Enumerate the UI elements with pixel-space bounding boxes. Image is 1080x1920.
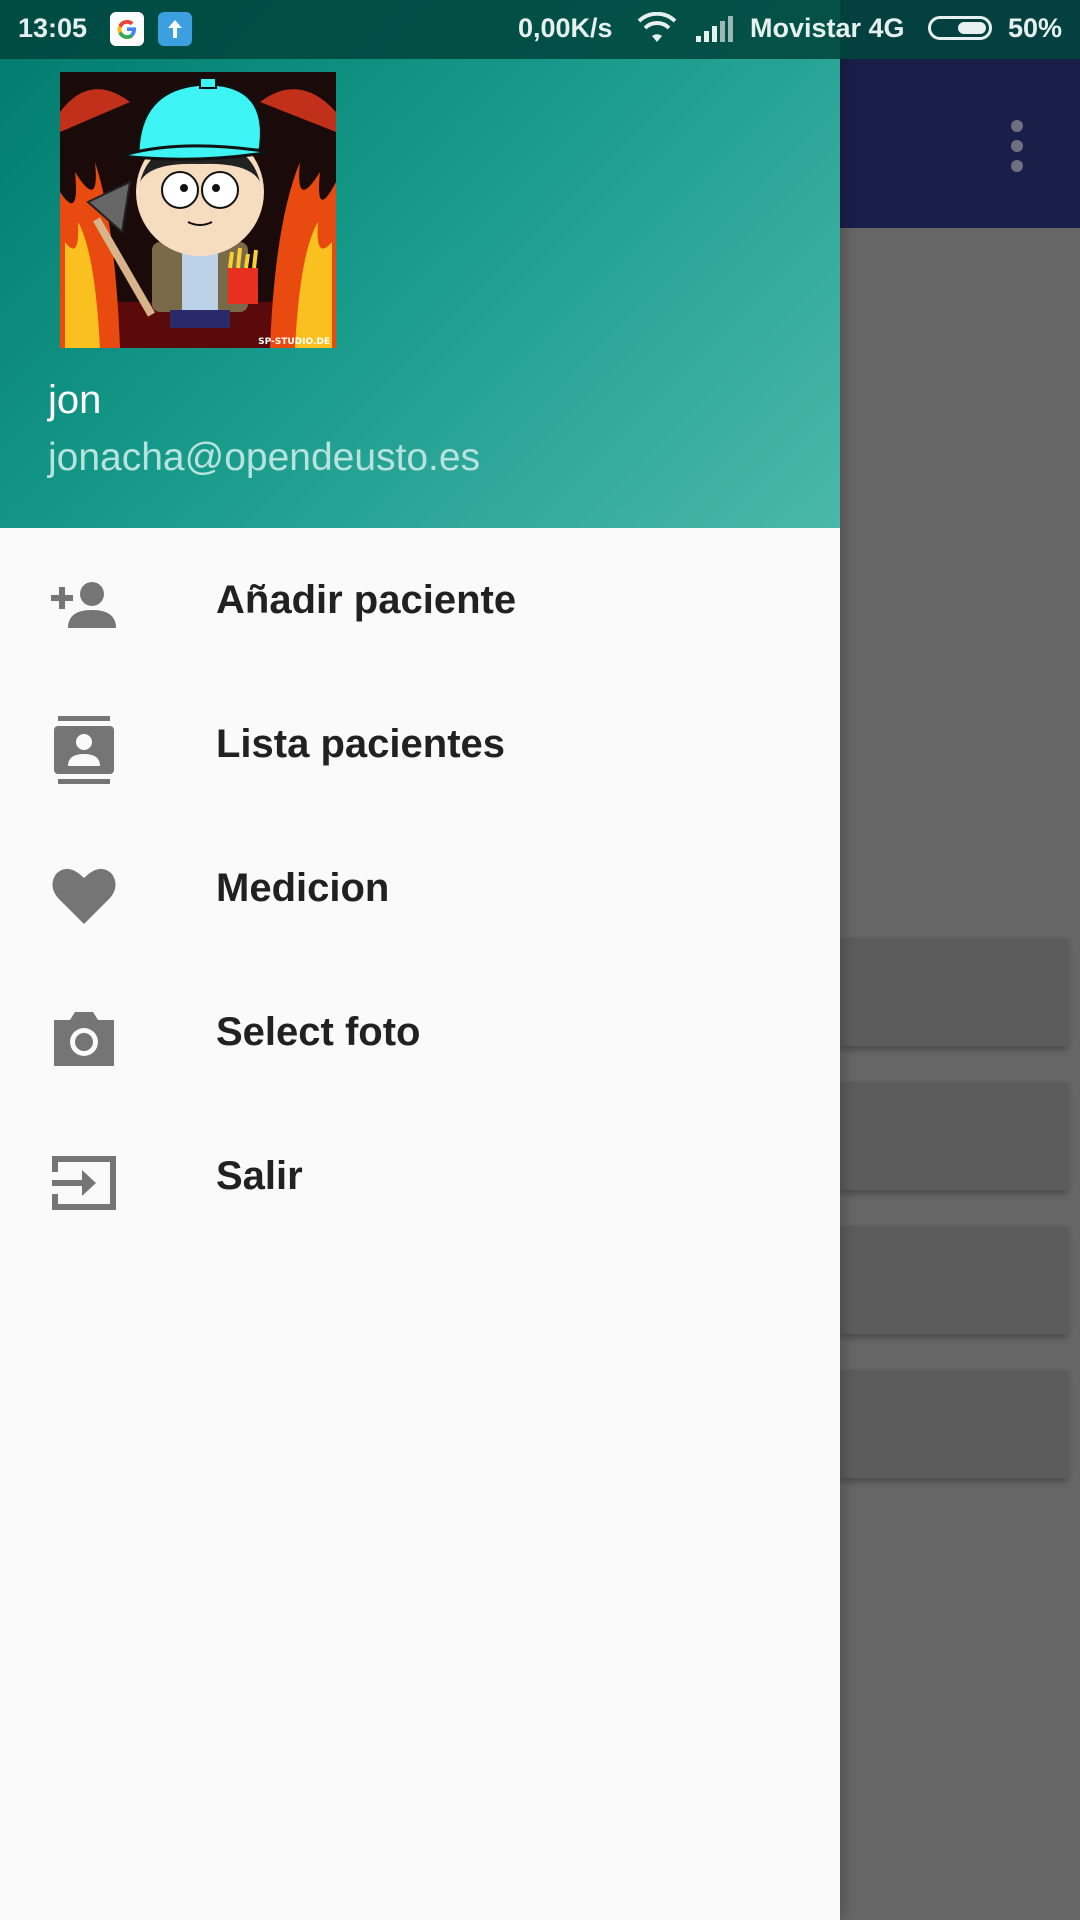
menu-item-label: Añadir paciente xyxy=(216,578,517,622)
list-card[interactable] xyxy=(840,1226,1068,1334)
upload-icon xyxy=(158,12,192,46)
add-person-icon xyxy=(48,570,120,642)
list-card[interactable] xyxy=(840,1370,1068,1478)
svg-text:SP-STUDIO.DE: SP-STUDIO.DE xyxy=(258,337,330,347)
heart-icon xyxy=(48,858,120,930)
user-name: jon xyxy=(48,378,102,422)
menu-item-label: Medicion xyxy=(216,866,390,910)
menu-item-label: Select foto xyxy=(216,1010,421,1054)
network-speed: 0,00K/s xyxy=(518,13,613,43)
signal-icon xyxy=(694,14,734,51)
menu-item-label: Salir xyxy=(216,1154,303,1198)
overflow-menu-icon[interactable] xyxy=(990,112,1038,180)
camera-icon xyxy=(48,1002,120,1074)
drawer-menu: Añadir paciente Lista pacientes Medicion… xyxy=(0,528,840,1248)
carrier-name: Movistar 4G xyxy=(750,13,905,43)
status-time: 13:05 xyxy=(18,13,88,43)
menu-item-select-photo[interactable]: Select foto xyxy=(0,960,840,1104)
contacts-icon xyxy=(48,714,120,786)
status-bar: 13:05 0,00K/s Movistar 4G 50% xyxy=(0,0,1080,59)
menu-item-label: Lista pacientes xyxy=(216,722,506,766)
menu-item-measurement[interactable]: Medicion xyxy=(0,816,840,960)
list-card[interactable] xyxy=(840,938,1068,1046)
battery-percent: 50% xyxy=(1008,13,1063,43)
drawer-header: SP-STUDIO.DE jon jonacha@opendeusto.es xyxy=(0,0,840,528)
navigation-drawer: SP-STUDIO.DE jon jonacha@opendeusto.es A… xyxy=(0,0,840,1920)
exit-icon xyxy=(48,1146,120,1218)
google-icon xyxy=(110,12,144,46)
menu-item-logout[interactable]: Salir xyxy=(0,1104,840,1248)
list-card[interactable] xyxy=(840,1082,1068,1190)
battery-icon xyxy=(928,16,992,40)
menu-item-add-patient[interactable]: Añadir paciente xyxy=(0,528,840,672)
avatar[interactable]: SP-STUDIO.DE xyxy=(60,72,336,348)
menu-item-patient-list[interactable]: Lista pacientes xyxy=(0,672,840,816)
user-email: jonacha@opendeusto.es xyxy=(48,436,481,479)
wifi-icon xyxy=(636,11,678,53)
